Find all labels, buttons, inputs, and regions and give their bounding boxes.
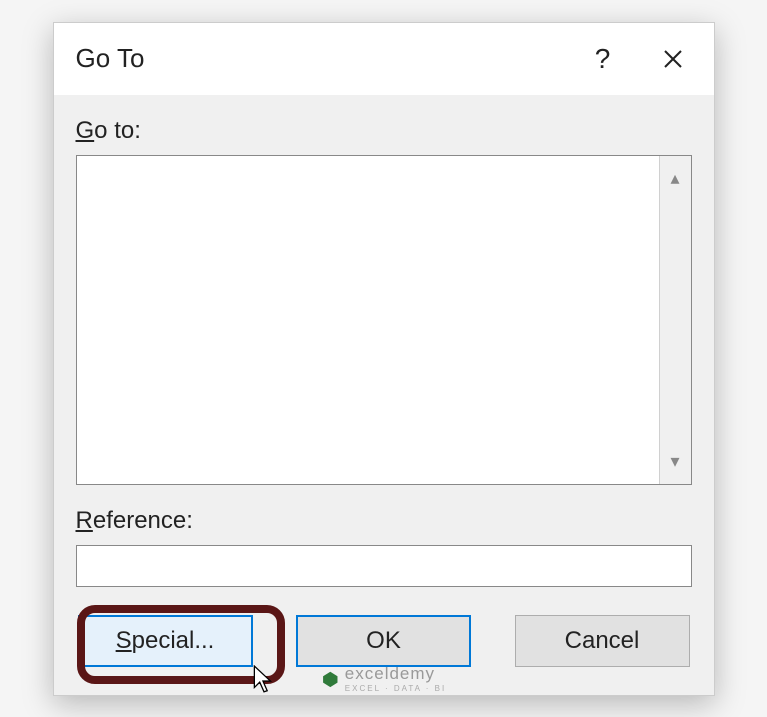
goto-label: Go to: [76,117,692,145]
goto-listbox[interactable] [77,156,659,484]
ok-button[interactable]: OK [296,615,471,667]
dialog-title: Go To [76,43,568,74]
button-row: Special... OK Cancel [76,615,692,667]
reference-label: Reference: [76,507,692,535]
close-icon [662,48,684,70]
listbox-scrollbar[interactable]: ▴ ▾ [659,156,691,484]
dialog-content: Go to: ▴ ▾ Reference: Special... OK Canc… [54,95,714,695]
scroll-up-icon: ▴ [670,168,679,189]
special-button[interactable]: Special... [78,615,253,667]
close-button[interactable] [638,27,708,91]
title-bar: Go To ? [54,23,714,95]
reference-input[interactable] [76,545,692,587]
goto-dialog: Go To ? Go to: ▴ ▾ Reference: Special...… [53,22,715,696]
goto-listbox-container: ▴ ▾ [76,155,692,485]
scroll-down-icon: ▾ [670,451,679,472]
cancel-button[interactable]: Cancel [515,615,690,667]
help-button[interactable]: ? [568,27,638,91]
